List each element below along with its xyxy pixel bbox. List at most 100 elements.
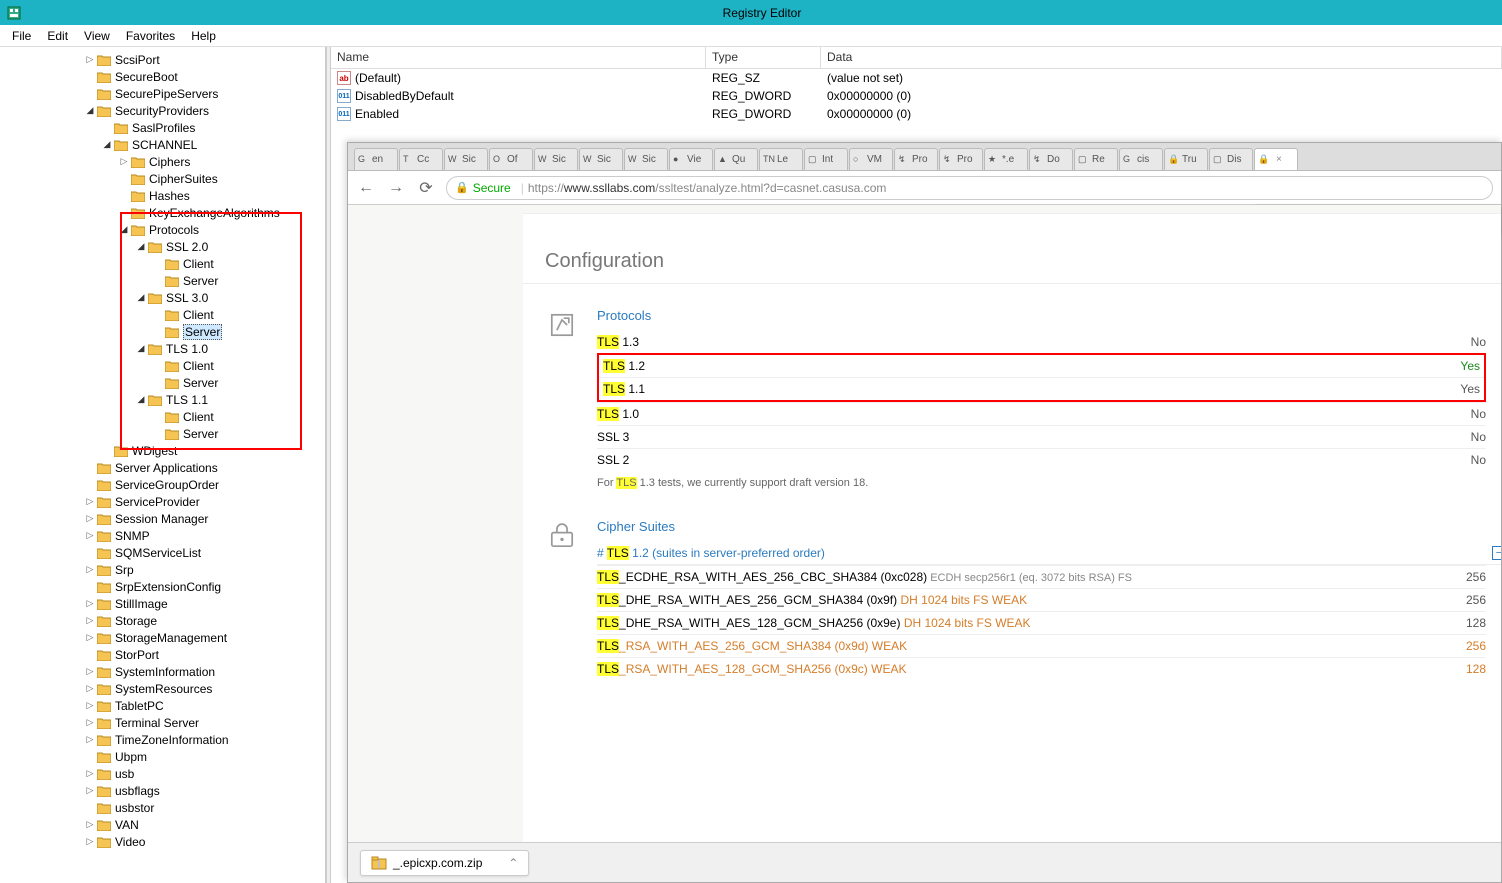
browser-tab[interactable]: Gcis <box>1119 148 1163 170</box>
expand-icon[interactable]: ▷ <box>85 667 95 677</box>
tree-node[interactable]: StorPort <box>0 646 325 663</box>
expand-icon[interactable] <box>85 752 95 762</box>
expand-icon[interactable]: ▷ <box>85 616 95 626</box>
back-button[interactable]: ← <box>356 178 376 198</box>
tree-node[interactable]: Server <box>0 425 325 442</box>
tree-node[interactable]: SecureBoot <box>0 68 325 85</box>
page-viewport[interactable]: Configuration Protocols TLS 1.3NoTLS 1.2… <box>348 205 1501 842</box>
expand-icon[interactable] <box>85 480 95 490</box>
expand-icon[interactable]: ◢ <box>136 344 146 354</box>
expand-icon[interactable] <box>119 208 129 218</box>
expand-icon[interactable]: ▷ <box>85 786 95 796</box>
tree-node[interactable]: ▷VAN <box>0 816 325 833</box>
col-header-name[interactable]: Name <box>331 47 706 68</box>
expand-icon[interactable]: ▷ <box>85 531 95 541</box>
expand-icon[interactable]: ▷ <box>85 820 95 830</box>
tree-node[interactable]: ◢TLS 1.0 <box>0 340 325 357</box>
browser-tab[interactable]: ↯Do <box>1029 148 1073 170</box>
browser-tab[interactable]: WSic <box>444 148 488 170</box>
expand-icon[interactable]: ◢ <box>119 225 129 235</box>
tree-node[interactable]: Hashes <box>0 187 325 204</box>
expand-icon[interactable] <box>153 327 163 337</box>
tree-node[interactable]: ◢SSL 2.0 <box>0 238 325 255</box>
expand-icon[interactable] <box>119 174 129 184</box>
expand-icon[interactable]: ▷ <box>85 599 95 609</box>
tree-node[interactable]: Client <box>0 255 325 272</box>
expand-icon[interactable] <box>153 310 163 320</box>
browser-tab[interactable]: ↯Pro <box>939 148 983 170</box>
browser-tab[interactable]: WSic <box>534 148 578 170</box>
expand-icon[interactable] <box>153 361 163 371</box>
browser-tab[interactable]: Gen <box>354 148 398 170</box>
expand-icon[interactable]: ▷ <box>85 633 95 643</box>
browser-tab[interactable]: TNLe <box>759 148 803 170</box>
tree-node[interactable]: Client <box>0 306 325 323</box>
tree-node[interactable]: ▷StorageManagement <box>0 629 325 646</box>
tree-node[interactable]: ◢SecurityProviders <box>0 102 325 119</box>
value-list[interactable]: ab(Default)REG_SZ(value not set)011Disab… <box>331 69 1502 123</box>
tree-node[interactable]: ▷SystemResources <box>0 680 325 697</box>
browser-tab[interactable]: ▢Int <box>804 148 848 170</box>
browser-tab[interactable]: ▢Dis <box>1209 148 1253 170</box>
tree-node[interactable]: ▷TimeZoneInformation <box>0 731 325 748</box>
value-row[interactable]: 011DisabledByDefaultREG_DWORD0x00000000 … <box>331 87 1502 105</box>
expand-icon[interactable]: ▷ <box>85 837 95 847</box>
browser-tab[interactable]: WSic <box>579 148 623 170</box>
address-bar[interactable]: 🔒 Secure | https://www.ssllabs.com/sslte… <box>446 176 1493 200</box>
tree-node[interactable]: ▷Storage <box>0 612 325 629</box>
tree-node[interactable]: ▷Srp <box>0 561 325 578</box>
tree-node[interactable]: ▷Video <box>0 833 325 850</box>
collapse-button[interactable]: − <box>1492 546 1501 560</box>
download-chevron-icon[interactable]: ⌃ <box>508 856 518 870</box>
menu-file[interactable]: File <box>4 27 39 45</box>
expand-icon[interactable]: ▷ <box>85 735 95 745</box>
expand-icon[interactable]: ▷ <box>85 769 95 779</box>
expand-icon[interactable]: ▷ <box>85 514 95 524</box>
tree-node[interactable]: ▷StillImage <box>0 595 325 612</box>
expand-icon[interactable] <box>85 582 95 592</box>
tree-node[interactable]: SecurePipeServers <box>0 85 325 102</box>
menu-help[interactable]: Help <box>183 27 224 45</box>
expand-icon[interactable]: ◢ <box>136 293 146 303</box>
tree-node[interactable]: ▷ServiceProvider <box>0 493 325 510</box>
tree-node[interactable]: WDigest <box>0 442 325 459</box>
tree-node[interactable]: ▷TabletPC <box>0 697 325 714</box>
expand-icon[interactable]: ▷ <box>85 718 95 728</box>
expand-icon[interactable] <box>102 446 112 456</box>
expand-icon[interactable] <box>153 276 163 286</box>
browser-tab[interactable]: ↯Pro <box>894 148 938 170</box>
tree-node[interactable]: Server Applications <box>0 459 325 476</box>
reload-button[interactable]: ⟳ <box>416 178 436 198</box>
expand-icon[interactable]: ▷ <box>85 701 95 711</box>
tree-node[interactable]: CipherSuites <box>0 170 325 187</box>
expand-icon[interactable]: ▷ <box>119 157 129 167</box>
tree-node[interactable]: Ubpm <box>0 748 325 765</box>
expand-icon[interactable]: ▷ <box>85 497 95 507</box>
browser-tab[interactable]: ▲Qu <box>714 148 758 170</box>
tree-node[interactable]: ▷ScsiPort <box>0 51 325 68</box>
expand-icon[interactable]: ◢ <box>136 395 146 405</box>
tree-node[interactable]: usbstor <box>0 799 325 816</box>
expand-icon[interactable]: ◢ <box>136 242 146 252</box>
menu-view[interactable]: View <box>76 27 118 45</box>
forward-button[interactable]: → <box>386 178 406 198</box>
expand-icon[interactable] <box>85 650 95 660</box>
expand-icon[interactable] <box>153 259 163 269</box>
tree-node[interactable]: SrpExtensionConfig <box>0 578 325 595</box>
browser-tab[interactable]: WSic <box>624 148 668 170</box>
browser-tab[interactable]: ▢Re <box>1074 148 1118 170</box>
expand-icon[interactable]: ◢ <box>85 106 95 116</box>
tree-node[interactable]: ▷SystemInformation <box>0 663 325 680</box>
tree-node[interactable]: KeyExchangeAlgorithms <box>0 204 325 221</box>
browser-tab[interactable]: ★*.e <box>984 148 1028 170</box>
expand-icon[interactable] <box>153 429 163 439</box>
browser-tab[interactable]: ●Vie <box>669 148 713 170</box>
expand-icon[interactable] <box>153 412 163 422</box>
browser-tab[interactable]: 🔒× <box>1254 148 1298 170</box>
tree-node[interactable]: Server <box>0 272 325 289</box>
registry-tree[interactable]: ▷ScsiPortSecureBootSecurePipeServers◢Sec… <box>0 47 326 883</box>
tree-node[interactable]: ServiceGroupOrder <box>0 476 325 493</box>
expand-icon[interactable] <box>85 803 95 813</box>
tree-node[interactable]: ▷usbflags <box>0 782 325 799</box>
expand-icon[interactable] <box>85 89 95 99</box>
